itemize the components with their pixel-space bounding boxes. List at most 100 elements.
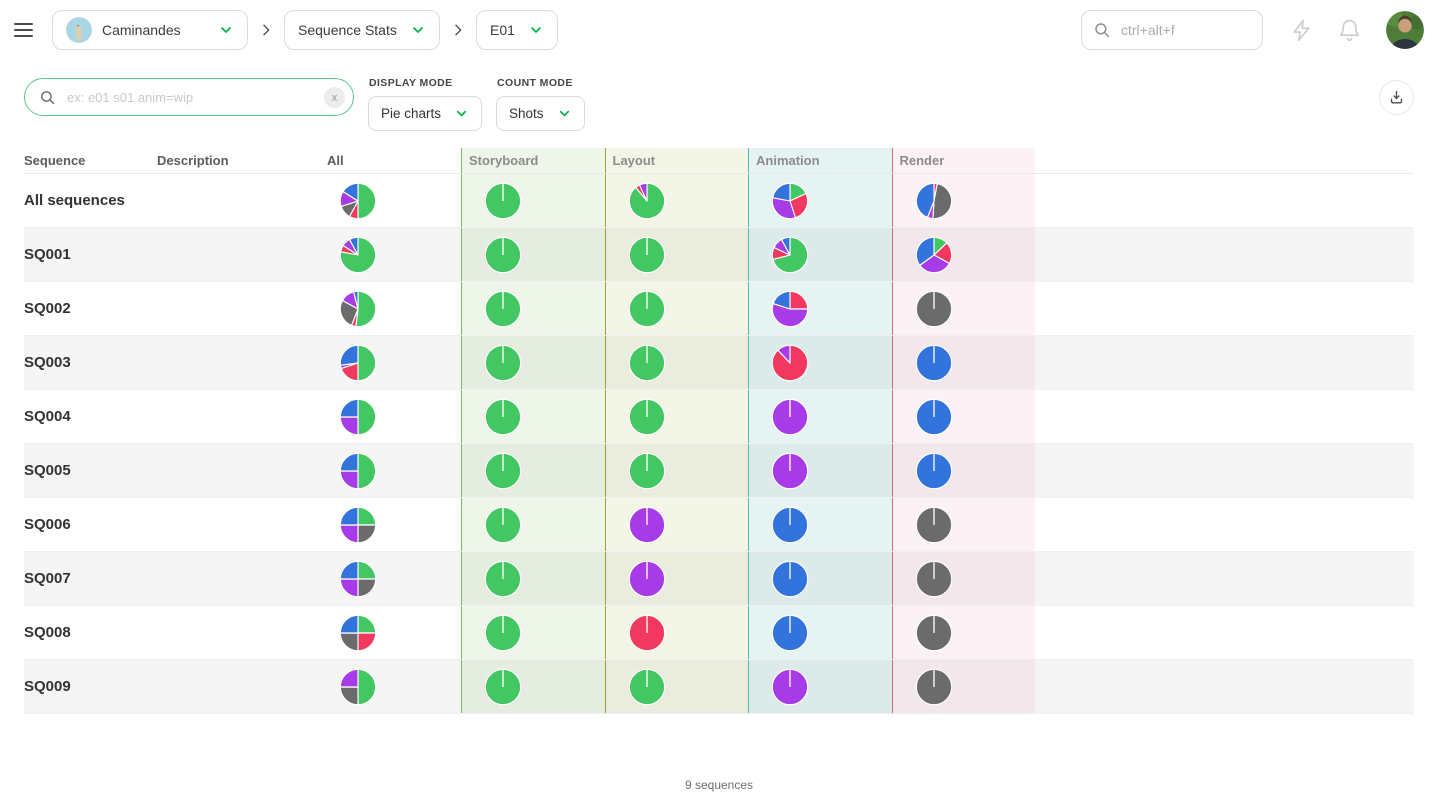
cell-render	[892, 606, 1036, 659]
pie-chart-layout	[628, 398, 666, 436]
pie-chart-render	[915, 560, 953, 598]
table-row: SQ001	[24, 228, 1414, 282]
sequence-name[interactable]: SQ007	[24, 552, 157, 605]
cell-layout	[605, 174, 749, 227]
column-header-animation: Animation	[748, 148, 892, 173]
sequence-stats-table: Sequence Description All Storyboard Layo…	[24, 148, 1414, 714]
sequence-description	[157, 390, 327, 443]
pie-chart-all	[339, 398, 377, 436]
cell-animation	[748, 174, 892, 227]
cell-storyboard	[461, 336, 605, 389]
sequence-name[interactable]: SQ004	[24, 390, 157, 443]
pie-chart-render	[915, 506, 953, 544]
pie-chart-layout	[628, 182, 666, 220]
sequence-name[interactable]: SQ003	[24, 336, 157, 389]
cell-storyboard	[461, 606, 605, 659]
pie-chart-layout	[628, 560, 666, 598]
sequence-name[interactable]: SQ009	[24, 660, 157, 713]
pie-chart-storyboard	[484, 452, 522, 490]
production-name: Caminandes	[102, 22, 181, 38]
pie-chart-storyboard	[484, 290, 522, 328]
download-icon	[1388, 89, 1405, 106]
table-row: All sequences	[24, 174, 1414, 228]
user-avatar[interactable]	[1386, 11, 1424, 49]
pie-chart-all	[339, 560, 377, 598]
cell-animation	[748, 498, 892, 551]
row-filler	[1035, 552, 1414, 605]
pie-chart-render	[915, 344, 953, 382]
cell-storyboard	[461, 228, 605, 281]
episode-dropdown[interactable]: E01	[476, 10, 558, 50]
notifications-button[interactable]	[1337, 17, 1363, 43]
pie-chart-animation	[771, 398, 809, 436]
breadcrumb-separator-icon	[450, 22, 466, 38]
pie-chart-layout	[628, 614, 666, 652]
production-dropdown[interactable]: Caminandes	[52, 10, 248, 50]
cell-all	[327, 606, 461, 659]
lightning-icon	[1289, 18, 1314, 43]
pie-chart-all	[339, 452, 377, 490]
cell-layout	[605, 444, 749, 497]
section-dropdown[interactable]: Sequence Stats	[284, 10, 440, 50]
cell-layout	[605, 498, 749, 551]
filter-search-input[interactable]	[65, 89, 315, 106]
cell-animation	[748, 660, 892, 713]
chevron-down-icon	[528, 22, 544, 38]
pie-chart-animation	[771, 290, 809, 328]
cell-animation	[748, 606, 892, 659]
table-row: SQ009	[24, 660, 1414, 714]
cell-animation	[748, 228, 892, 281]
sequence-description	[157, 606, 327, 659]
cell-storyboard	[461, 390, 605, 443]
display-mode-select[interactable]: Pie charts	[368, 96, 482, 131]
pie-chart-all	[339, 290, 377, 328]
global-search-input[interactable]	[1119, 21, 1251, 39]
clear-search-button[interactable]: x	[324, 87, 345, 108]
pie-chart-all	[339, 506, 377, 544]
row-filler	[1035, 498, 1414, 551]
table-row: SQ007	[24, 552, 1414, 606]
cell-animation	[748, 390, 892, 443]
pie-chart-render	[915, 182, 953, 220]
sequence-name[interactable]: SQ002	[24, 282, 157, 335]
pie-chart-storyboard	[484, 398, 522, 436]
pie-chart-layout	[628, 236, 666, 274]
pie-chart-storyboard	[484, 344, 522, 382]
search-icon	[39, 89, 56, 106]
sequence-name[interactable]: SQ001	[24, 228, 157, 281]
chevron-down-icon	[557, 106, 572, 121]
cell-all	[327, 174, 461, 227]
cell-render	[892, 228, 1036, 281]
cell-layout	[605, 282, 749, 335]
sequence-name[interactable]: SQ008	[24, 606, 157, 659]
pie-chart-render	[915, 398, 953, 436]
sequence-description	[157, 282, 327, 335]
sequence-description	[157, 228, 327, 281]
cell-storyboard	[461, 174, 605, 227]
cell-render	[892, 444, 1036, 497]
cell-render	[892, 174, 1036, 227]
cell-layout	[605, 390, 749, 443]
table-row: SQ008	[24, 606, 1414, 660]
count-mode-select[interactable]: Shots	[496, 96, 585, 131]
export-button[interactable]	[1379, 80, 1414, 115]
sequence-name[interactable]: SQ006	[24, 498, 157, 551]
cell-storyboard	[461, 660, 605, 713]
column-header-all: All	[327, 148, 461, 173]
chevron-down-icon	[218, 22, 234, 38]
cell-layout	[605, 660, 749, 713]
pie-chart-animation	[771, 668, 809, 706]
pie-chart-storyboard	[484, 236, 522, 274]
sequence-name[interactable]: All sequences	[24, 174, 157, 227]
table-row: SQ006	[24, 498, 1414, 552]
sequence-name[interactable]: SQ005	[24, 444, 157, 497]
top-bar: Caminandes Sequence Stats E01	[0, 0, 1438, 60]
quick-actions-button[interactable]	[1289, 17, 1315, 43]
column-header-render: Render	[892, 148, 1036, 173]
row-filler	[1035, 336, 1414, 389]
pie-chart-animation	[771, 236, 809, 274]
cell-storyboard	[461, 552, 605, 605]
menu-button[interactable]	[14, 17, 40, 43]
pie-chart-animation	[771, 182, 809, 220]
cell-layout	[605, 336, 749, 389]
